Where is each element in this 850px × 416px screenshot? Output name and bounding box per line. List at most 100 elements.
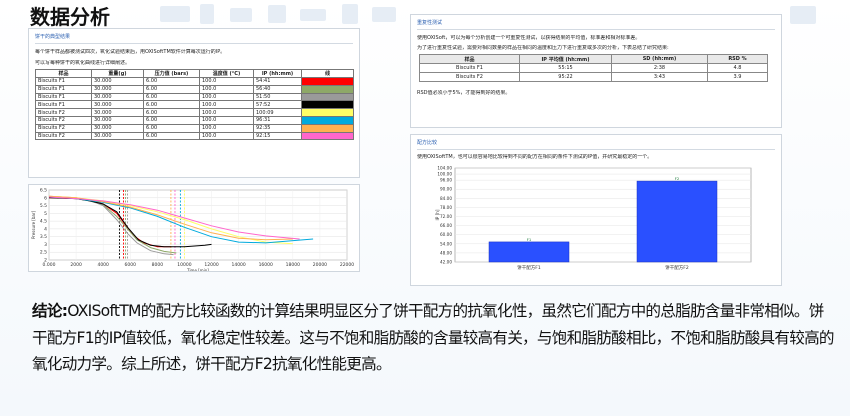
y-tick-label: 5.5 (40, 203, 47, 209)
cookie-description-2: 可以写每种饼干的氧化曲线进行详细阐述。 (35, 60, 131, 66)
table-row: Biscuits F1 30.000 6.00 100.0 57:52 (35, 100, 354, 110)
y-tick-label: 66.00 (440, 223, 452, 228)
y-tick-label: 90.00 (440, 187, 452, 192)
x-tick-label: 16000 (259, 262, 273, 268)
repeat-description-2: 为了进行重复性试验，需要对相同数量的样品在相同的温度和压力下进行重复或多次的分析… (417, 45, 669, 51)
y-tick-label: 4 (44, 226, 47, 232)
col-header-sd: SD (hh:mm) (611, 54, 708, 64)
x-tick-label: 20000 (313, 262, 327, 268)
cell-pressure: 6.00 (143, 92, 200, 102)
bar-data-label: F2 (675, 176, 680, 181)
cell-line-color (301, 108, 354, 117)
col-header-pressure: 压力值 (bars) (143, 69, 200, 78)
bar (488, 241, 570, 263)
cell-sample: Biscuits F2 (419, 72, 520, 82)
x-axis-label: Time [min] (186, 268, 209, 272)
col-header-sample: 样品 (35, 69, 92, 78)
cell-line-color (301, 84, 354, 94)
cell-sd: 3:43 (611, 72, 708, 82)
cell-sample: Biscuits F1 (419, 63, 520, 73)
cell-weight: 30.000 (91, 131, 144, 141)
y-tick-label: 2.5 (40, 250, 47, 256)
cell-pressure: 6.00 (143, 100, 200, 110)
pressure-chart-panel: 2 2.5 3 3.5 4 4.5 5 5.5 6 6.5 0.000 2000 4000 6000 800… (28, 184, 360, 272)
y-axis-label: IP [h] (435, 209, 440, 220)
cell-temp: 100.0 (199, 131, 254, 141)
y-tick-label: 3 (44, 242, 47, 248)
cookie-results-table: 样品 重量(g) 压力值 (bars) 温度值 (°C) IP (hh:mm) … (35, 69, 354, 141)
cell-ip: 96:31 (253, 115, 302, 125)
col-header-line: 线 (301, 69, 354, 78)
col-header-temp: 温度值 (°C) (199, 69, 254, 78)
cell-sample: Biscuits F1 (35, 92, 92, 102)
x-tick-label: 18000 (286, 262, 300, 268)
col-header-sample: 样品 (419, 54, 520, 64)
cell-weight: 30.000 (91, 77, 144, 86)
cell-ip: 92:35 (253, 123, 302, 133)
cell-weight: 30.000 (91, 123, 144, 133)
cell-temp: 100.0 (199, 92, 254, 102)
cell-line-color (301, 100, 354, 110)
y-tick-label: 6.5 (40, 188, 47, 194)
cell-pressure: 6.00 (143, 108, 200, 117)
bar-data-label: F1 (527, 237, 532, 242)
x-tick-label: 4000 (97, 262, 109, 268)
table-row: Biscuits F1 55:15 2:38 4.8 (419, 63, 768, 73)
table-row: Biscuits F1 30.000 6.00 100.0 54:41 (35, 77, 354, 86)
divider (417, 149, 775, 150)
y-tick-label: 60.00 (440, 232, 452, 237)
bar (636, 180, 718, 263)
cell-ip: 56:40 (253, 84, 302, 94)
comparison-section-title: 配方比较 (417, 140, 438, 146)
cell-weight: 30.000 (91, 115, 144, 125)
cell-ip: 100:09 (253, 108, 302, 117)
cell-temp: 100.0 (199, 123, 254, 133)
conclusion-label: 结论: (32, 302, 68, 320)
cell-line-color (301, 123, 354, 133)
cell-weight: 30.000 (91, 108, 144, 117)
table-row: Biscuits F2 30.000 6.00 100.0 92:15 (35, 131, 354, 141)
col-header-weight: 重量(g) (91, 69, 144, 78)
table-header-row: 样品 IP 平均值 (hh:mm) SD (hh:mm) RSD % (419, 54, 768, 64)
x-tick-label: 0.000 (43, 262, 56, 268)
y-tick-label: 3.5 (40, 234, 47, 240)
col-header-ip: IP (hh:mm) (253, 69, 302, 78)
x-tick-label: 22000 (340, 262, 354, 268)
conclusion-body: OXISoftTM的配方比较函数的计算结果明显区分了饼干配方的抗氧化性，虽然它们… (32, 302, 835, 373)
cell-pressure: 6.00 (143, 131, 200, 141)
cell-ip: 92:15 (253, 131, 302, 141)
bar-chart: 42.00 48.00 54.00 60.00 66.00 72.00 78.00 84.00… (435, 166, 752, 271)
cell-temp: 100.0 (199, 108, 254, 117)
table-header-row: 样品 重量(g) 压力值 (bars) 温度值 (°C) IP (hh:mm) … (35, 69, 354, 78)
y-tick-label: 104.00 (437, 166, 452, 171)
y-tick-label: 48.00 (440, 250, 452, 255)
comparison-description: 使用OXISoftTM，也可以很容易地比较得到不同的配方在相同的条件下测试的IP… (417, 154, 653, 160)
repeat-section-title: 重复性测试 (417, 20, 443, 26)
col-header-ip-mean: IP 平均值 (hh:mm) (519, 54, 612, 64)
cell-rsd: 3.9 (707, 72, 768, 82)
y-tick-label: 42.00 (440, 260, 452, 265)
y-tick-label: 78.00 (440, 205, 452, 210)
table-row: Biscuits F1 30.000 6.00 100.0 56:40 (35, 84, 354, 94)
table-row: Biscuits F2 30.000 6.00 100.0 100:09 (35, 108, 354, 117)
cell-pressure: 6.00 (143, 115, 200, 125)
cell-sd: 2:38 (611, 63, 708, 73)
cookie-section-title: 饼干的典型结果 (35, 34, 71, 40)
y-tick-label: 72.00 (440, 214, 452, 219)
cell-weight: 30.000 (91, 100, 144, 110)
table-row: Biscuits F2 95:22 3:43 3.9 (419, 72, 768, 82)
formula-comparison-panel: 配方比较 使用OXISoftTM，也可以很容易地比较得到不同的配方在相同的条件下… (410, 134, 782, 286)
col-header-rsd: RSD % (707, 54, 768, 64)
cell-sample: Biscuits F2 (35, 123, 92, 133)
x-tick-label: 饼干配方F1 (517, 264, 541, 271)
repeatability-table: 样品 IP 平均值 (hh:mm) SD (hh:mm) RSD % Biscu… (419, 54, 768, 82)
cell-sample: Biscuits F2 (35, 115, 92, 125)
cell-temp: 100.0 (199, 84, 254, 94)
cell-pressure: 6.00 (143, 84, 200, 94)
table-row: Biscuits F2 30.000 6.00 100.0 92:35 (35, 123, 354, 133)
cell-sample: Biscuits F1 (35, 77, 92, 86)
cell-line-color (301, 131, 354, 141)
divider (35, 43, 353, 44)
cell-pressure: 6.00 (143, 77, 200, 86)
cookie-description-1: 每个饼干样品都被测试四次，氧化试验结束后，用OXISoftTM软件计算每次运行的… (35, 49, 226, 55)
